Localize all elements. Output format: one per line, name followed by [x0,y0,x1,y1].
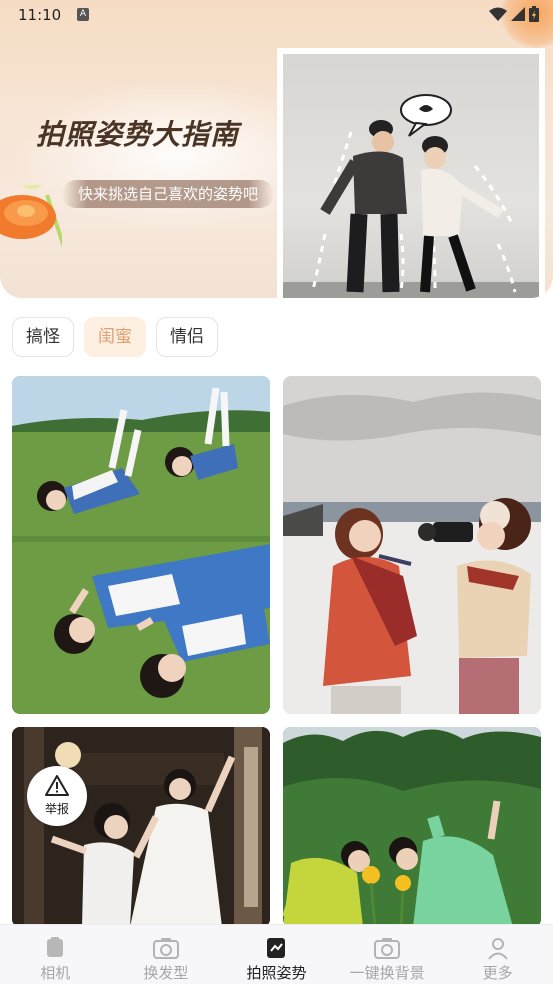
category-tabs: 搞怪 闺蜜 情侣 [12,317,218,357]
bottom-nav: 相机 换发型 拍照姿势 一键换背景 更多 [0,924,553,984]
nav-item-hairstyle[interactable]: 换发型 [111,925,222,984]
tab-couple[interactable]: 情侣 [156,317,218,357]
camera-square-icon [47,937,64,957]
hero-banner[interactable]: 拍照姿势大指南 快来挑选自己喜欢的姿势吧 [0,0,553,298]
banner-title: 拍照姿势大指南 [36,118,240,151]
report-label: 举报 [44,802,69,816]
girls-in-doorway-photo [12,727,270,927]
pose-card-4[interactable] [283,727,541,927]
notification-a-icon: A [77,8,89,21]
status-time: 11:10 [18,6,62,24]
couple-pose-photo [283,94,539,298]
nav-label-camera: 相机 [40,964,71,982]
tab-funny[interactable]: 搞怪 [12,317,74,357]
nav-item-camera[interactable]: 相机 [0,925,111,984]
banner-subtitle: 快来挑选自己喜欢的姿势吧 [62,180,275,208]
girls-in-snow-camera-photo [283,376,541,714]
camera-icon [374,938,401,959]
banner-photo[interactable] [277,48,545,298]
girls-in-garden-photo [283,727,541,927]
camera-icon [152,938,179,959]
person-icon [487,938,508,960]
tab-besties[interactable]: 闺蜜 [84,317,146,357]
nav-label-poses: 拍照姿势 [246,964,307,982]
nav-label-hairstyle: 换发型 [143,964,189,982]
wifi-icon [489,7,507,21]
pose-card-1[interactable] [12,376,270,714]
signal-icon [511,7,525,21]
warning-triangle-icon [45,775,69,796]
battery-charging-icon [529,6,539,22]
girls-on-grass-photo [12,376,270,714]
nav-label-background: 一键换背景 [349,964,425,982]
report-button[interactable]: 举报 [27,766,87,826]
pose-card-3[interactable] [12,727,270,927]
status-bar: 11:10 A [0,0,553,30]
pose-card-2[interactable] [283,376,541,714]
orange-flower-icon [0,185,62,247]
nav-item-more[interactable]: 更多 [442,925,553,984]
nav-item-poses[interactable]: 拍照姿势 [221,925,332,984]
nav-label-more: 更多 [482,964,513,982]
pose-chart-icon [267,938,286,958]
nav-item-background[interactable]: 一键换背景 [332,925,443,984]
